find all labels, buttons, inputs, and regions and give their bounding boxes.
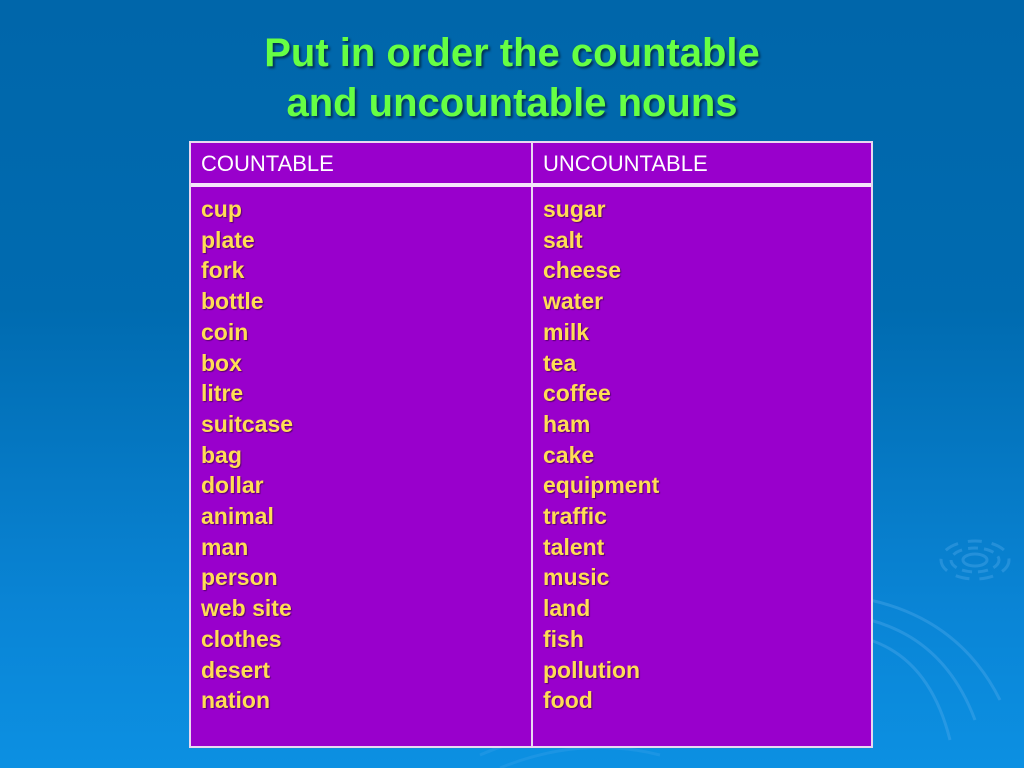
list-item: equipment (543, 472, 660, 499)
slide-title: Put in order the countable and uncountab… (0, 28, 1024, 128)
list-item: music (543, 564, 610, 591)
list-item: land (543, 595, 591, 622)
header-divider (191, 183, 871, 187)
list-item: suitcase (201, 410, 294, 437)
list-item: coin (201, 318, 249, 345)
list-item: cup (201, 196, 242, 222)
countable-list: cup plate fork bottle coin box litre sui… (201, 194, 293, 716)
header-countable: COUNTABLE (201, 151, 334, 176)
list-item: man (201, 533, 249, 560)
list-item: nation (201, 687, 270, 714)
list-item: desert (201, 656, 271, 683)
list-item: milk (543, 318, 590, 345)
list-item: box (201, 349, 242, 376)
list-item: traffic (543, 503, 607, 530)
list-item: cake (543, 441, 595, 468)
slide-title-line-2: and uncountable nouns (286, 81, 738, 125)
list-item: coffee (543, 380, 611, 407)
list-item: salt (543, 226, 583, 253)
list-item: pollution (543, 656, 641, 683)
list-item: cheese (543, 257, 622, 284)
list-item: bag (201, 441, 242, 468)
column-divider (531, 143, 533, 746)
list-item: tea (543, 349, 577, 376)
list-item: fish (543, 625, 584, 652)
list-item: clothes (201, 625, 282, 652)
list-item: bottle (201, 288, 264, 315)
list-item: talent (543, 533, 605, 560)
list-item: food (543, 687, 593, 714)
list-item: animal (201, 503, 274, 530)
nouns-table: COUNTABLE UNCOUNTABLE cup plate fork bot… (189, 141, 873, 748)
list-item: person (201, 564, 278, 591)
slide-title-line-1: Put in order the countable (264, 31, 760, 75)
list-item: litre (201, 380, 244, 407)
list-item: plate (201, 226, 255, 253)
list-item: sugar (543, 196, 606, 222)
list-item: water (543, 288, 604, 315)
list-item: dollar (201, 472, 264, 499)
list-item: web site (201, 595, 292, 622)
list-item: fork (201, 257, 245, 284)
header-uncountable: UNCOUNTABLE (543, 151, 708, 176)
list-item: ham (543, 410, 591, 437)
uncountable-list: sugar salt cheese water milk tea coffee … (543, 194, 659, 716)
